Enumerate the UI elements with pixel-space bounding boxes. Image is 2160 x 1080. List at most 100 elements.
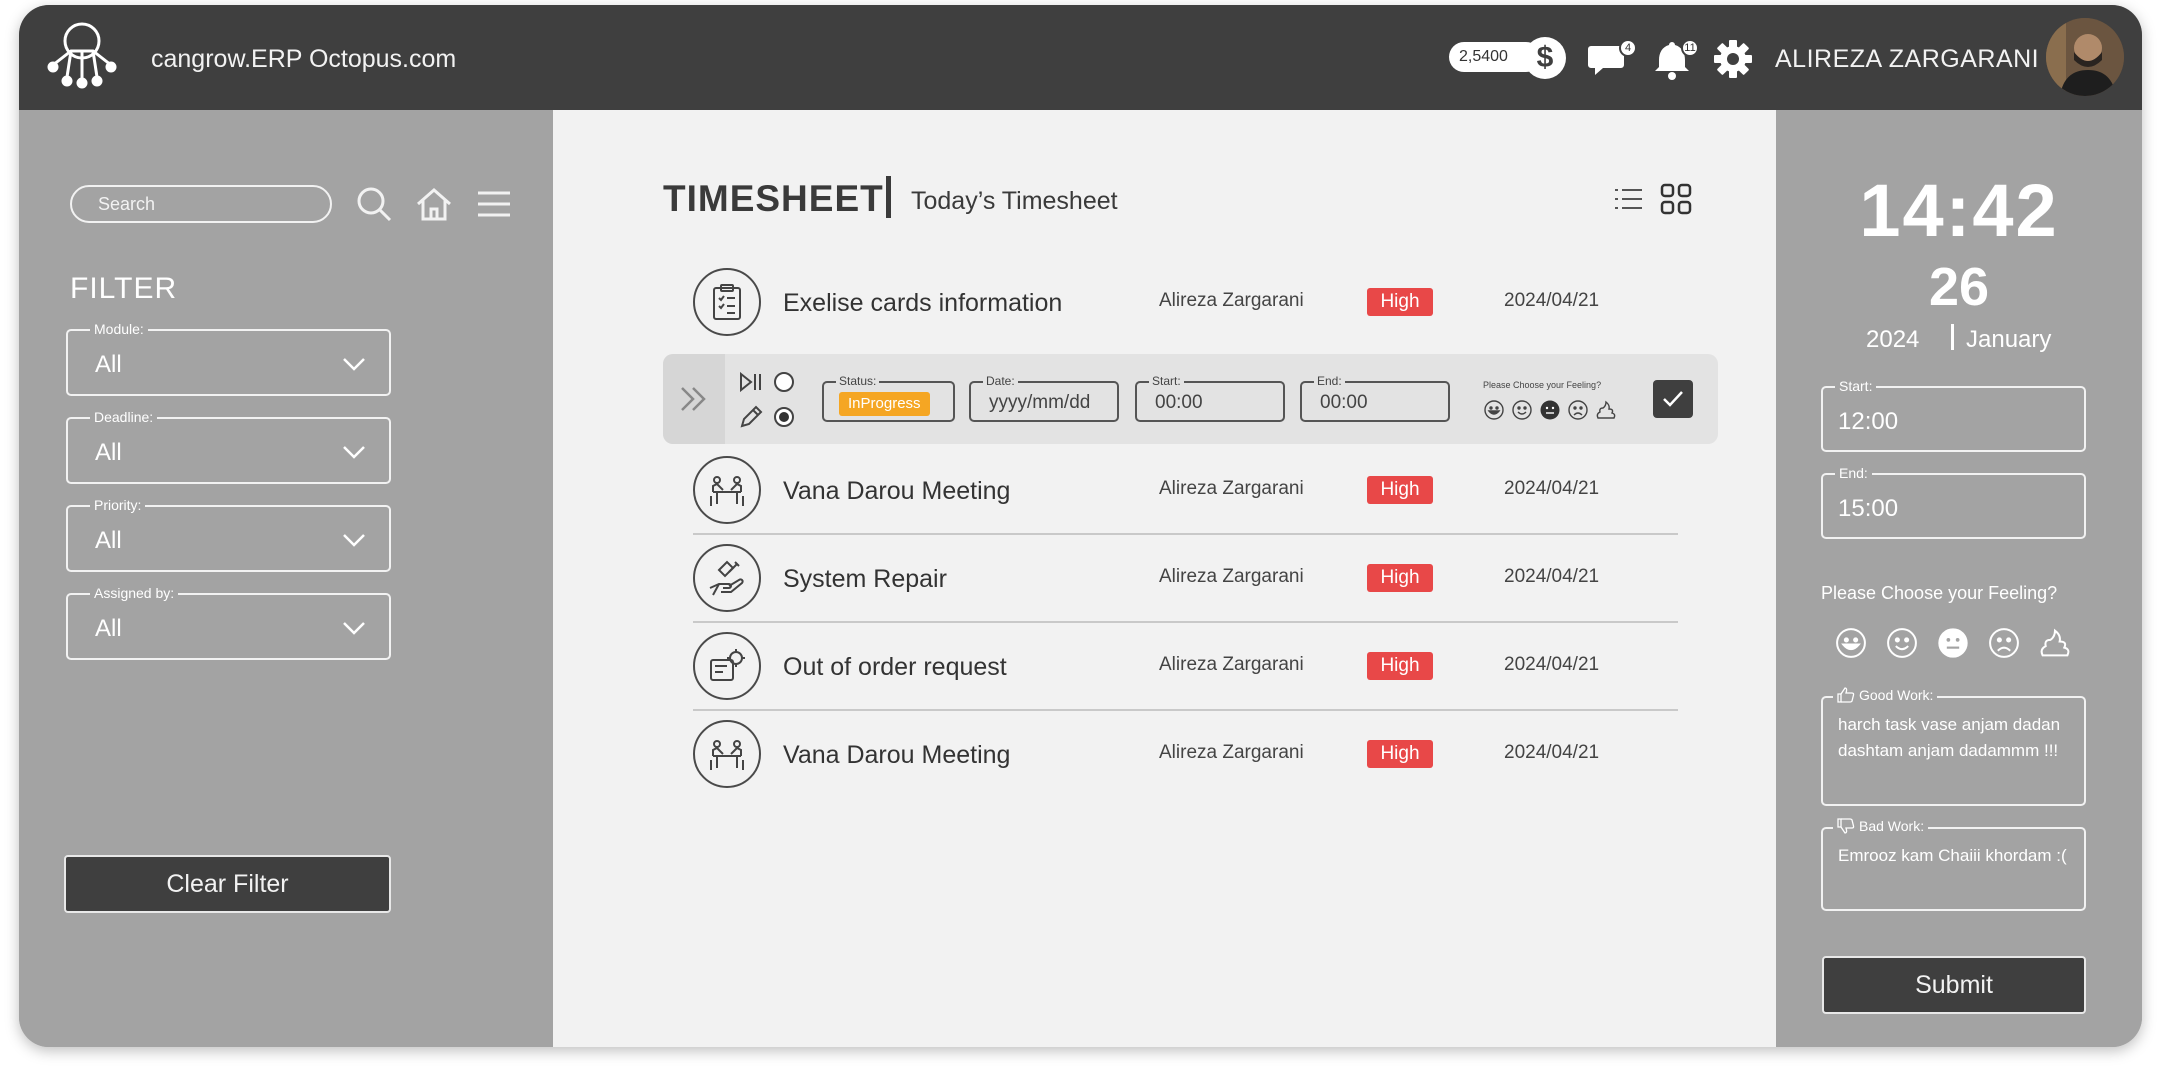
end-time-field[interactable]: End: 15:00 (1821, 465, 2086, 539)
filter-sidebar: Search FILTER Module: All Deadline: All … (19, 110, 553, 1047)
task-name: Vana Darou Meeting (783, 477, 1011, 505)
assigned-by-label: Assigned by: (90, 585, 179, 601)
home-icon[interactable] (414, 184, 454, 224)
good-work-label-wrap: Good Work: (1833, 687, 1938, 703)
poop-icon[interactable] (2038, 626, 2072, 660)
priority-badge: High (1367, 476, 1433, 504)
play-pause-icon[interactable] (738, 369, 764, 395)
priority-badge: High (1367, 740, 1433, 768)
assigned-by-value: All (95, 615, 122, 642)
search-input[interactable]: Search (70, 185, 332, 223)
sad-face-icon[interactable] (1567, 399, 1589, 421)
submit-button[interactable]: Submit (1822, 956, 2086, 1014)
good-work-label: Good Work: (1859, 687, 1934, 703)
start-label: Start: (1835, 378, 1877, 394)
neutral-face-icon[interactable] (1936, 626, 1970, 660)
end-label: End: (1314, 374, 1345, 388)
current-day: 26 (1928, 257, 1990, 317)
very-happy-face-icon[interactable] (1834, 626, 1868, 660)
deadline-label: Deadline: (90, 409, 158, 425)
good-work-textarea[interactable]: Good Work: harch task vase anjam dadan d… (1821, 687, 2086, 806)
gear-icon[interactable] (1712, 38, 1754, 80)
current-time: 14:42 (1859, 169, 2059, 252)
date-placeholder: yyyy/mm/dd (989, 392, 1091, 413)
thumbs-down-icon (1837, 818, 1855, 834)
priority-badge: High (1367, 288, 1433, 316)
octopus-logo-icon (47, 22, 117, 89)
priority-select[interactable]: Priority: All (66, 497, 391, 572)
status-field[interactable]: Status: InProgress (822, 374, 955, 422)
task-name: Vana Darou Meeting (783, 741, 1011, 769)
start-time-field[interactable]: Start: 00:00 (1135, 374, 1285, 422)
time-entry-panel: 14:42 26 2024 January Start: 12:00 End: … (1776, 110, 2142, 1047)
list-view-icon[interactable] (1611, 182, 1645, 216)
chevron-down-icon (343, 358, 365, 371)
priority-value: All (95, 527, 122, 554)
start-label: Start: (1149, 374, 1184, 388)
assigned-by-select[interactable]: Assigned by: All (66, 585, 391, 660)
task-assignee: Alireza Zargarani (1159, 566, 1304, 587)
meeting-icon (693, 720, 761, 788)
bad-work-text: Emrooz kam Chaiii khordam :( (1838, 846, 2067, 865)
notifications-badge: 11 (1681, 39, 1699, 57)
sad-face-icon[interactable] (1987, 626, 2021, 660)
user-name[interactable]: ALIREZA ZARGARANI (1775, 45, 2039, 74)
neutral-face-icon[interactable] (1539, 399, 1561, 421)
clear-filter-button[interactable]: Clear Filter (64, 855, 391, 913)
happy-face-icon[interactable] (1885, 626, 1919, 660)
task-row[interactable]: System Repair Alireza Zargarani High 202… (693, 535, 1683, 623)
end-label: End: (1835, 465, 1872, 481)
date-label: Date: (983, 374, 1018, 388)
bad-work-textarea[interactable]: Bad Work: Emrooz kam Chaiii khordam :( (1821, 818, 2086, 911)
priority-label: Priority: (90, 497, 146, 513)
start-value: 12:00 (1838, 408, 1899, 435)
meeting-icon (693, 456, 761, 524)
search-icon[interactable] (354, 184, 394, 224)
task-date: 2024/04/21 (1504, 654, 1600, 675)
module-select[interactable]: Module: All (66, 321, 391, 396)
status-label: Status: (836, 374, 880, 388)
menu-icon[interactable] (474, 184, 514, 224)
pencil-icon[interactable] (738, 404, 764, 430)
very-happy-face-icon[interactable] (1483, 399, 1505, 421)
task-name: Out of order request (783, 653, 1007, 681)
task-name: Exelise cards information (783, 289, 1063, 317)
current-year: 2024 (1866, 326, 1920, 353)
thumbs-up-icon (1837, 687, 1855, 703)
poop-icon[interactable] (1595, 399, 1617, 421)
task-row[interactable]: Vana Darou Meeting Alireza Zargarani Hig… (693, 711, 1683, 799)
radio-option-selected[interactable] (774, 407, 794, 427)
confirm-checkbox[interactable] (1653, 380, 1693, 418)
request-icon (693, 632, 761, 700)
task-name: System Repair (783, 565, 947, 593)
task-assignee: Alireza Zargarani (1159, 654, 1304, 675)
task-assignee: Alireza Zargarani (1159, 478, 1304, 499)
grid-view-icon[interactable] (1659, 182, 1693, 216)
checkmark-icon (1663, 391, 1683, 407)
date-separator (1951, 324, 1954, 350)
date-field[interactable]: Date: yyyy/mm/dd (969, 374, 1119, 422)
start-time-field[interactable]: Start: 12:00 (1821, 378, 2086, 452)
feeling-title: Please Choose your Feeling? (1821, 583, 2058, 603)
app-window: cangrow.ERP Octopus.com 2,5400 $ 4 11 AL… (19, 5, 2142, 1047)
title-separator (886, 176, 891, 218)
happy-face-icon[interactable] (1511, 399, 1533, 421)
end-time-field[interactable]: End: 00:00 (1300, 374, 1450, 422)
task-date: 2024/04/21 (1504, 478, 1600, 499)
feeling-label: Please Choose your Feeling? (1483, 380, 1602, 390)
dollar-icon[interactable]: $ (1524, 37, 1566, 79)
task-row[interactable]: Out of order request Alireza Zargarani H… (693, 623, 1683, 711)
task-row[interactable]: Exelise cards information Alireza Zargar… (693, 259, 1683, 347)
status-badge: InProgress (839, 392, 930, 416)
deadline-select[interactable]: Deadline: All (66, 409, 391, 484)
radio-option[interactable] (774, 372, 794, 392)
deadline-value: All (95, 439, 122, 466)
messages-badge: 4 (1619, 39, 1637, 57)
expand-toggle[interactable] (663, 354, 725, 444)
avatar[interactable] (2046, 18, 2124, 96)
good-work-text: harch task vase anjam dadan dashtam anja… (1838, 715, 2061, 760)
current-month: January (1966, 326, 2052, 353)
filter-title: FILTER (70, 272, 178, 305)
task-row[interactable]: Vana Darou Meeting Alireza Zargarani Hig… (693, 447, 1683, 535)
task-date: 2024/04/21 (1504, 742, 1600, 763)
